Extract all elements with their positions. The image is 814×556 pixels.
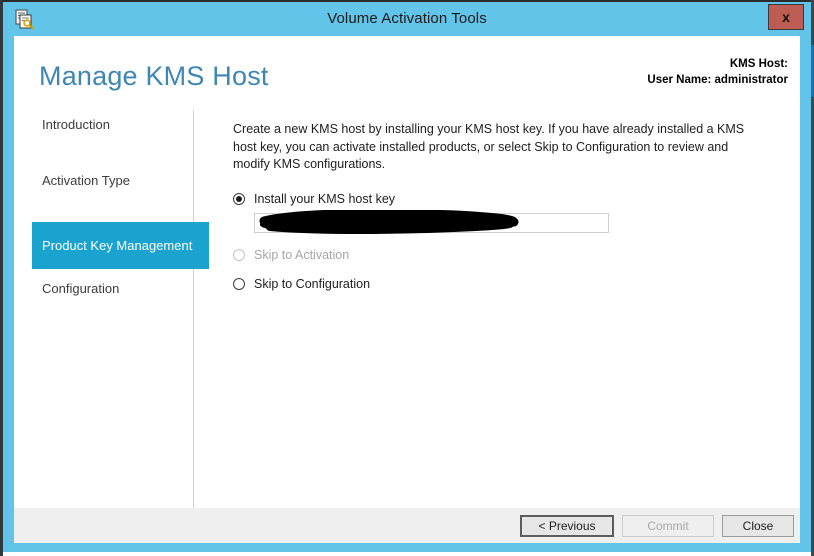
- sidebar-divider: [193, 110, 194, 509]
- kms-host-label: KMS Host:: [729, 58, 788, 70]
- sidebar-item-configuration[interactable]: Configuration: [14, 274, 193, 302]
- sidebar-nav: Introduction Activation Type Product Key…: [14, 110, 209, 302]
- option-skip-to-activation: Skip to Activation: [233, 248, 773, 262]
- sidebar-item-label: Product Key Management: [42, 238, 193, 253]
- close-button[interactable]: Close: [722, 515, 794, 537]
- close-icon[interactable]: x: [768, 4, 804, 30]
- main-panel: Create a new KMS host by installing your…: [233, 121, 773, 291]
- title-bar[interactable]: Volume Activation Tools x: [3, 2, 811, 36]
- option-skip-to-configuration[interactable]: Skip to Configuration: [233, 277, 773, 291]
- volume-activation-tools-window: Volume Activation Tools x Manage KMS Hos…: [3, 2, 811, 552]
- sidebar-item-label: Configuration: [42, 280, 120, 296]
- option-label: Install your KMS host key: [254, 191, 396, 206]
- option-install-kms-host-key[interactable]: Install your KMS host key: [233, 192, 773, 206]
- screen: Volume Activation Tools x Manage KMS Hos…: [0, 0, 814, 556]
- client-area: Manage KMS Host KMS Host: User Name: adm…: [14, 36, 800, 543]
- host-info: KMS Host: User Name: administrator: [647, 56, 788, 88]
- footer-bar: < Previous Commit Close: [14, 508, 800, 543]
- kms-host-key-input[interactable]: [254, 212, 609, 233]
- previous-button[interactable]: < Previous: [520, 515, 614, 537]
- radio-install-kms-host-key[interactable]: [233, 192, 245, 205]
- sidebar-item-activation-type[interactable]: Activation Type: [14, 166, 193, 194]
- sidebar-item-introduction[interactable]: Introduction: [14, 110, 193, 138]
- window-title: Volume Activation Tools: [327, 10, 487, 27]
- option-label: Skip to Configuration: [254, 276, 371, 291]
- sidebar-item-product-key-management[interactable]: Product Key Management: [32, 222, 209, 269]
- commit-button: Commit: [622, 515, 714, 537]
- sidebar-item-label: Introduction: [42, 116, 110, 132]
- radio-skip-to-configuration[interactable]: [233, 277, 245, 290]
- kms-host-key-field-wrap: [254, 209, 609, 234]
- option-label: Skip to Activation: [254, 247, 350, 262]
- user-name-label: User Name: administrator: [647, 74, 788, 86]
- panel-description: Create a new KMS host by installing your…: [233, 122, 745, 171]
- radio-skip-to-activation: [233, 248, 245, 261]
- page-title: Manage KMS Host: [39, 61, 269, 91]
- sidebar-item-label: Activation Type: [42, 172, 130, 188]
